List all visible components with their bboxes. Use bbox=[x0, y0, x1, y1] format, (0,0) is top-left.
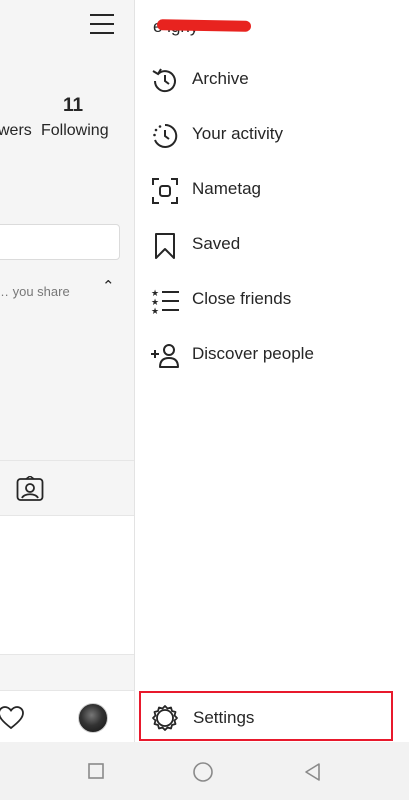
redaction-mark bbox=[156, 19, 252, 32]
edit-profile-button[interactable] bbox=[0, 224, 120, 260]
home-icon[interactable] bbox=[192, 761, 214, 788]
menu-item-your-activity[interactable]: Your activity bbox=[134, 108, 409, 163]
menu-item-archive[interactable]: Archive bbox=[134, 53, 409, 108]
add-person-icon bbox=[150, 341, 180, 371]
following-count[interactable]: 11 bbox=[63, 95, 83, 117]
menu-item-nametag[interactable]: Nametag bbox=[134, 163, 409, 218]
menu-item-label: Nametag bbox=[192, 179, 261, 198]
collapse-chevron-icon[interactable]: ⌃ bbox=[102, 277, 115, 295]
divider bbox=[0, 460, 134, 461]
divider bbox=[0, 654, 134, 655]
hamburger-menu-icon[interactable] bbox=[90, 12, 116, 38]
menu-item-label: Discover people bbox=[192, 344, 314, 363]
back-icon[interactable] bbox=[303, 762, 323, 787]
bookmark-icon bbox=[150, 231, 180, 261]
activity-icon bbox=[150, 121, 180, 151]
menu-item-label: Close friends bbox=[192, 289, 292, 308]
username-header: e ighy bbox=[153, 17, 252, 37]
followers-label[interactable]: wers bbox=[0, 122, 32, 140]
profile-avatar[interactable] bbox=[78, 703, 108, 733]
profile-panel: wers 11 Following … you share ⌃ bbox=[0, 0, 135, 742]
menu-item-label: Archive bbox=[192, 69, 249, 88]
menu-item-label: Your activity bbox=[192, 124, 284, 143]
heart-icon[interactable] bbox=[0, 706, 24, 735]
system-nav-bar bbox=[0, 742, 409, 800]
menu-item-discover-people[interactable]: Discover people bbox=[134, 328, 409, 383]
recent-apps-icon[interactable] bbox=[87, 762, 105, 785]
following-label[interactable]: Following bbox=[41, 122, 109, 140]
close-friends-icon: ★ ★ ★ bbox=[150, 286, 180, 317]
menu-item-label: Saved bbox=[192, 234, 241, 253]
posts-area bbox=[0, 516, 134, 654]
suggestion-text: … you share bbox=[0, 284, 70, 299]
menu-item-close-friends[interactable]: ★ ★ ★ Close friends bbox=[134, 273, 409, 328]
settings-label: Settings bbox=[193, 708, 255, 727]
svg-text:★: ★ bbox=[151, 307, 159, 316]
settings-button[interactable]: Settings bbox=[139, 691, 393, 741]
nametag-icon bbox=[150, 176, 180, 206]
tagged-photos-icon[interactable] bbox=[16, 475, 44, 507]
gear-icon bbox=[151, 704, 179, 732]
menu-item-saved[interactable]: Saved bbox=[134, 218, 409, 273]
archive-icon bbox=[150, 66, 180, 96]
